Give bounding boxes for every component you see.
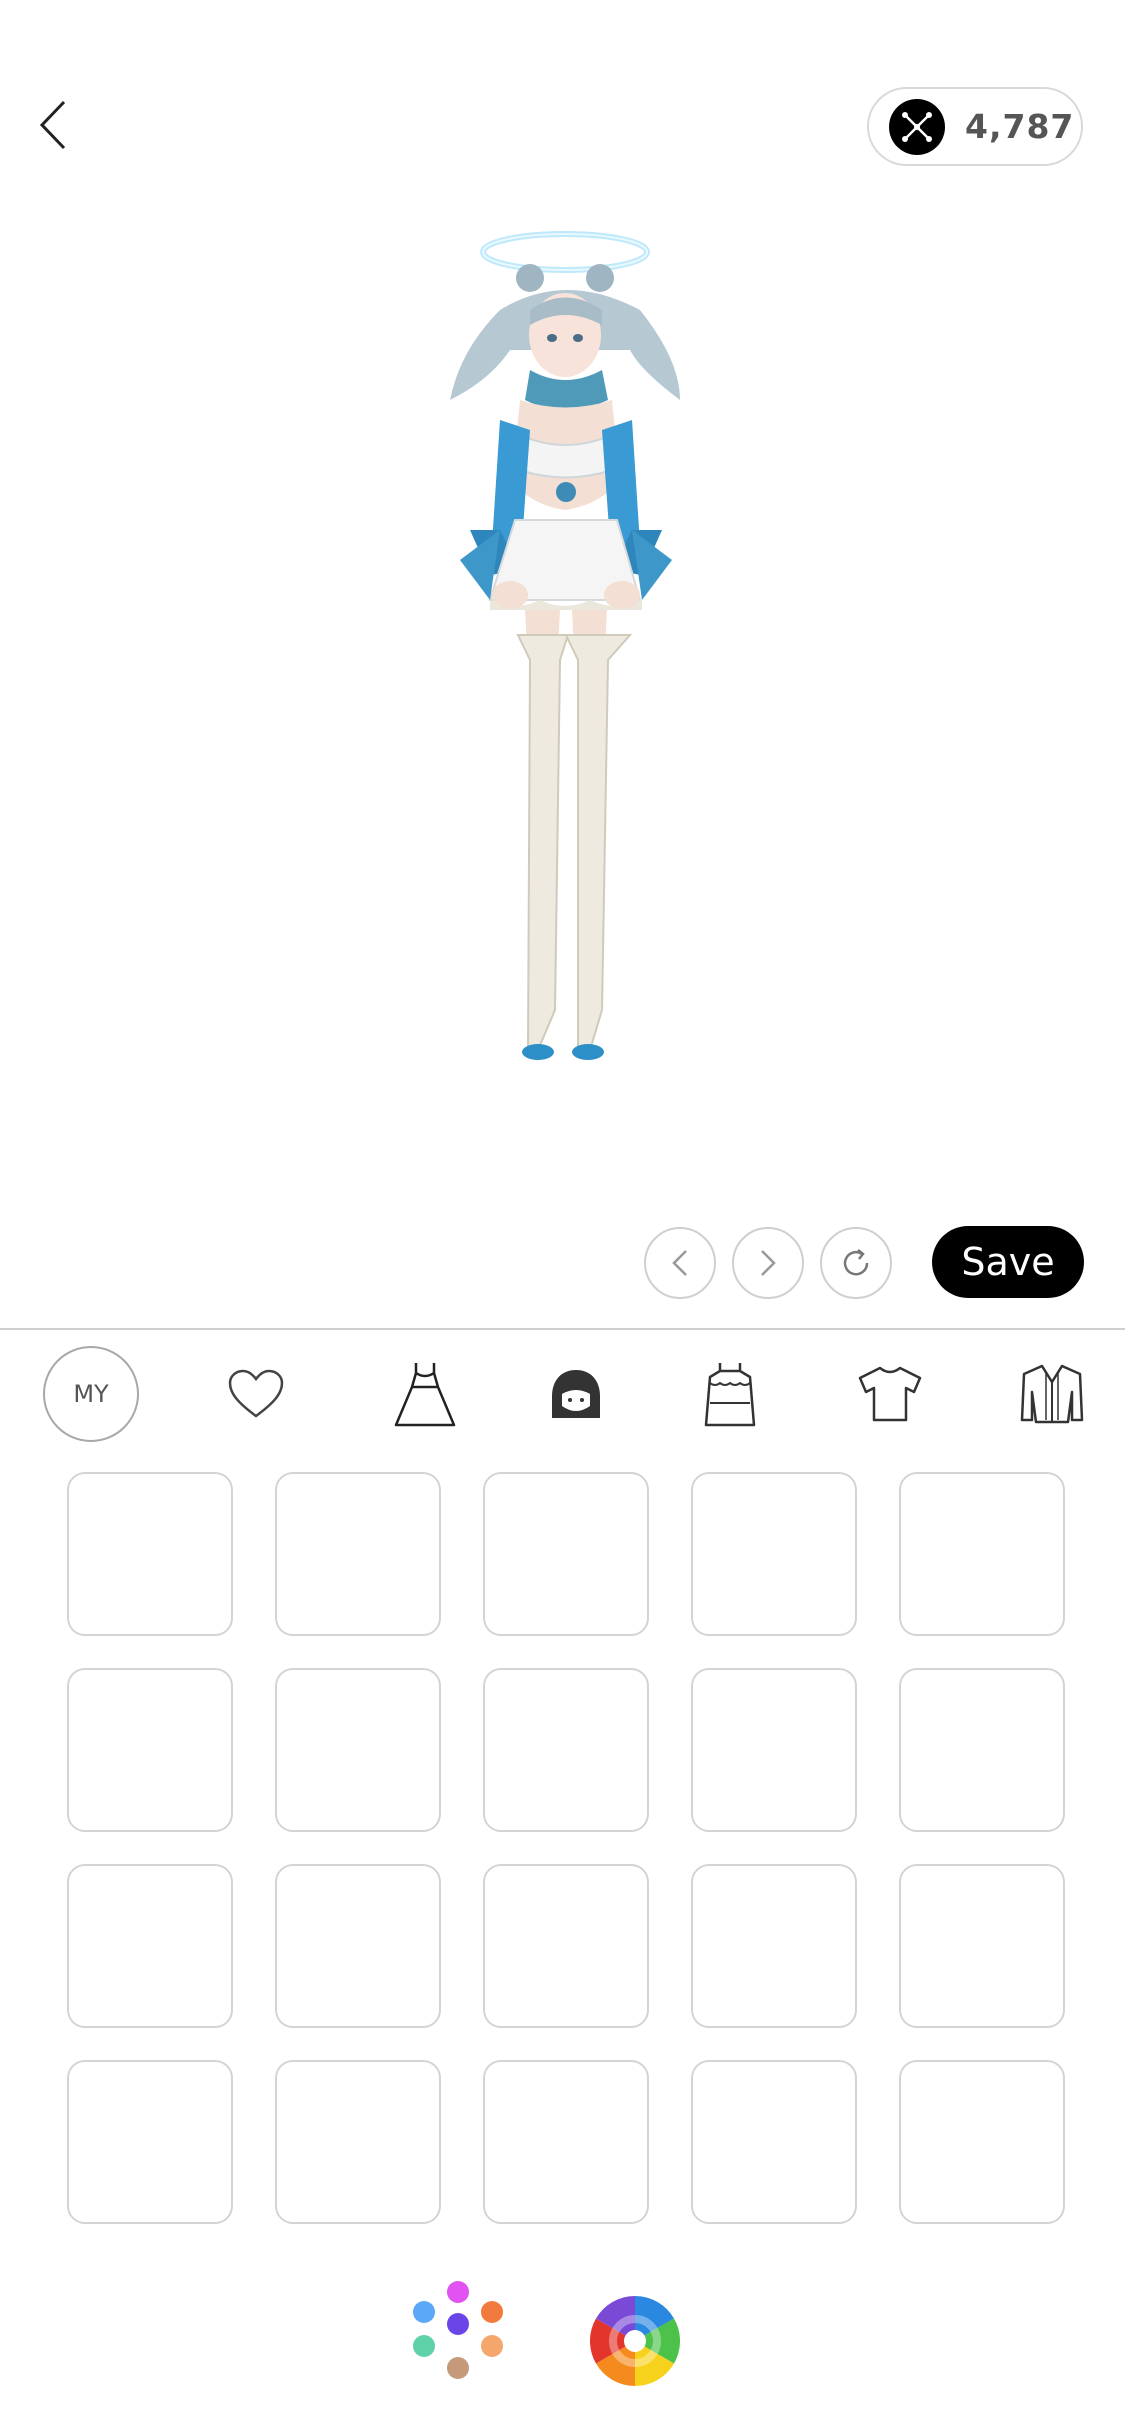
color-wheel-icon[interactable]: [590, 2296, 680, 2386]
back-button[interactable]: [28, 95, 78, 155]
grid-slot[interactable]: [67, 2060, 233, 2224]
grid-slot[interactable]: [483, 2060, 649, 2224]
color-dots-icon[interactable]: [408, 2280, 508, 2380]
refresh-icon: [843, 1249, 869, 1276]
category-top[interactable]: [842, 1346, 938, 1442]
chevron-left-icon: [672, 1250, 687, 1276]
category-my[interactable]: MY: [43, 1346, 139, 1442]
grid-slot[interactable]: [483, 1864, 649, 2028]
reset-button[interactable]: [820, 1227, 892, 1299]
grid-slot[interactable]: [691, 2060, 857, 2224]
grid-slot[interactable]: [275, 1472, 441, 1636]
coin-balance: 4,787: [965, 107, 1075, 146]
grid-slot[interactable]: [67, 1668, 233, 1832]
chevron-right-icon: [761, 1250, 776, 1276]
undo-button[interactable]: [644, 1227, 716, 1299]
grid-slot[interactable]: [67, 1472, 233, 1636]
grid-slot[interactable]: [67, 1864, 233, 2028]
grid-slot[interactable]: [483, 1668, 649, 1832]
item-grid: [67, 1472, 1065, 2224]
jacket-icon: [1020, 1364, 1084, 1424]
redo-button[interactable]: [732, 1227, 804, 1299]
grid-slot[interactable]: [483, 1472, 649, 1636]
category-outerwear[interactable]: [1004, 1346, 1100, 1442]
grid-slot[interactable]: [899, 2060, 1065, 2224]
grid-slot[interactable]: [691, 1472, 857, 1636]
category-hair[interactable]: [528, 1346, 624, 1442]
category-dress[interactable]: [377, 1346, 473, 1442]
category-favorites[interactable]: [208, 1346, 304, 1442]
avatar-character: [450, 231, 680, 1060]
frilled-dress-icon: [704, 1363, 756, 1427]
hair-icon: [552, 1370, 600, 1418]
heart-icon: [228, 1369, 284, 1418]
network-icon: [889, 98, 945, 155]
chevron-left-icon: [39, 100, 66, 150]
coin-balance-pill[interactable]: 4,787: [867, 87, 1083, 166]
grid-slot[interactable]: [899, 1472, 1065, 1636]
tshirt-icon: [858, 1366, 922, 1422]
dress-icon: [394, 1363, 456, 1427]
grid-slot[interactable]: [899, 1864, 1065, 2028]
avatar-stage: [0, 180, 1125, 1140]
category-costume[interactable]: [682, 1346, 778, 1442]
grid-slot[interactable]: [691, 1668, 857, 1832]
save-button[interactable]: Save: [932, 1226, 1084, 1298]
divider: [0, 1328, 1125, 1330]
grid-slot[interactable]: [899, 1668, 1065, 1832]
grid-slot[interactable]: [275, 1668, 441, 1832]
grid-slot[interactable]: [275, 2060, 441, 2224]
grid-slot[interactable]: [275, 1864, 441, 2028]
grid-slot[interactable]: [691, 1864, 857, 2028]
